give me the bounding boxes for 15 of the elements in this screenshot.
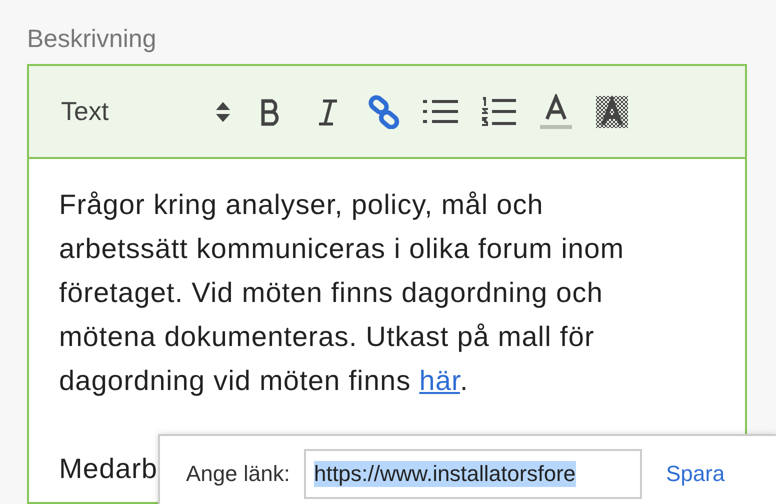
text-color-button[interactable] [539,92,573,132]
save-link[interactable]: Spara [666,461,725,487]
link[interactable]: här [419,365,460,396]
link-label: Ange länk: [186,461,290,487]
highlight-icon [595,94,629,128]
link-icon [367,94,401,128]
text-color-icon [539,94,573,130]
paragraph: Medarb [59,452,158,486]
numbered-list-icon [481,94,517,128]
link-input[interactable]: https://www.installatorsfore [304,449,642,499]
italic-icon [317,98,339,126]
up-down-arrow-icon[interactable] [215,100,231,124]
format-select[interactable]: Text [61,96,165,127]
field-label: Beskrivning [27,24,156,54]
paragraph: Frågor kring analyser, policy, mål och arbetssätt kommuniceras i olika forum inom företaget. Vid möten finns dagordning och mötena dokumenteras. Utkast på mall för dagordning vid möten finns här. [59,188,626,398]
